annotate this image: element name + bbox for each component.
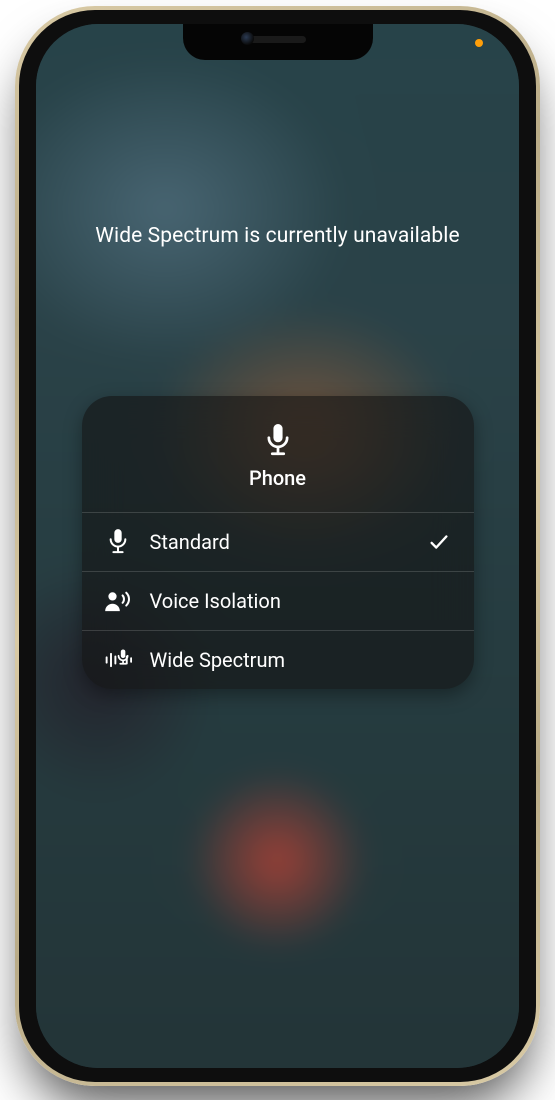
mic-mode-option-standard[interactable]: Standard — [82, 512, 474, 571]
microphone-icon — [104, 529, 132, 555]
microphone-icon — [264, 424, 292, 456]
screen: Wide Spectrum is currently unavailable P… — [36, 24, 519, 1068]
card-title: Phone — [249, 466, 306, 490]
option-label: Voice Isolation — [150, 589, 450, 613]
phone-frame: Wide Spectrum is currently unavailable P… — [15, 6, 540, 1086]
mic-in-use-indicator — [475, 39, 483, 47]
status-message: Wide Spectrum is currently unavailable — [36, 224, 519, 248]
mic-mode-option-wide-spectrum[interactable]: Wide Spectrum — [82, 630, 474, 689]
front-camera — [241, 32, 254, 45]
checkmark-icon — [428, 531, 450, 553]
speaker-grille — [250, 36, 306, 43]
mic-mode-option-voice-isolation[interactable]: Voice Isolation — [82, 571, 474, 630]
voice-isolation-icon — [104, 588, 132, 614]
option-label: Wide Spectrum — [150, 648, 450, 672]
card-header: Phone — [82, 396, 474, 512]
wide-spectrum-icon — [104, 647, 132, 673]
notch — [183, 24, 373, 60]
phone-bezel: Wide Spectrum is currently unavailable P… — [19, 10, 536, 1082]
option-label: Standard — [150, 530, 410, 554]
mic-mode-card: Phone Standard — [82, 396, 474, 689]
